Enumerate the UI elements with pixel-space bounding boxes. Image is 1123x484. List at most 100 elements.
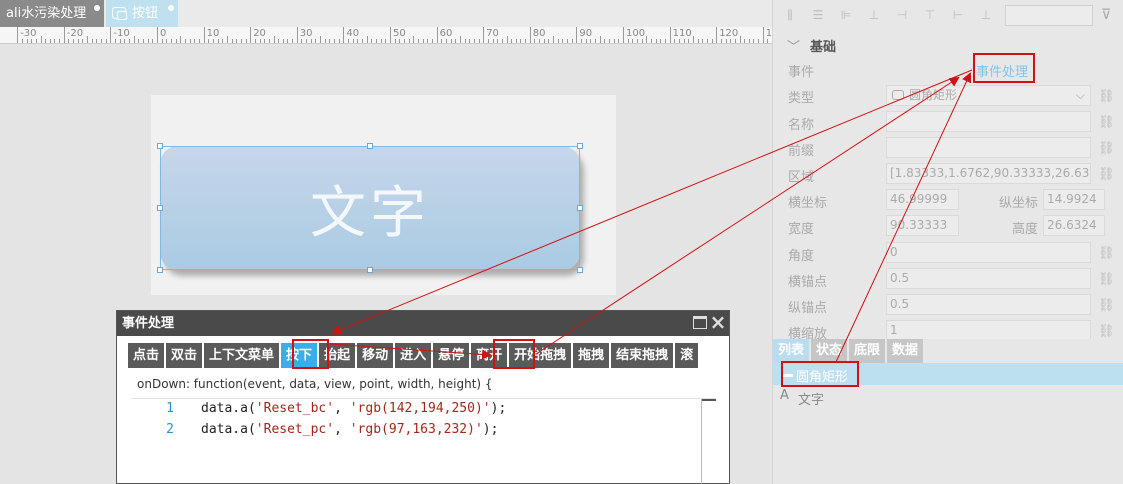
resize-handle-sw[interactable] [157,267,163,273]
link-icon[interactable]: ⛓ [1098,142,1115,156]
rounded-rect-button[interactable]: 文字 [160,146,580,270]
event-tab[interactable]: 滚 [675,343,701,368]
event-tab[interactable]: 点击 [128,343,167,368]
prefix-field[interactable] [886,137,1091,158]
scale-x-field[interactable]: 1 [886,320,1091,339]
align-left-edge-icon[interactable]: ⫼ [783,8,797,22]
event-tab[interactable]: 结束拖拽 [611,343,676,368]
ruler-minor-tick [674,39,676,43]
tree-item-text[interactable]: 文字 [798,389,824,408]
event-handler-link[interactable]: 事件处理 [976,61,1028,80]
ruler-minor-tick [105,39,107,43]
resize-handle-ne[interactable] [577,143,583,149]
ruler-minor-tick [487,39,489,43]
tab-button[interactable]: 按钮 [106,0,178,27]
anchor-y-label: 纵锚点 [788,301,828,316]
event-tab[interactable]: 拖拽 [573,343,612,368]
anchor-x-field[interactable]: 0.5 [886,268,1091,289]
line-number: 2 [166,422,174,437]
event-tab[interactable]: 上下文菜单 [204,343,282,368]
maximize-icon[interactable] [693,316,707,329]
ruler-minor-tick [581,39,583,43]
resize-handle-w[interactable] [157,205,163,211]
type-select[interactable]: 圆角矩形 ⌵ [886,85,1091,106]
ruler-minor-tick [194,39,196,43]
chevron-down-icon: ⌵ [1075,88,1085,102]
tab-state[interactable]: 状态 [811,339,850,363]
event-tab[interactable]: 抬起 [319,343,358,368]
align-center-icon[interactable]: ☰ [811,8,825,22]
name-field[interactable] [886,111,1091,132]
filter-icon[interactable]: ⊽ [1101,7,1111,23]
tree-item-rounded-rect[interactable]: 圆角矩形 [796,366,848,385]
ruler-minor-tick [604,39,606,43]
align-vcenter-icon[interactable]: ⊢ [951,8,965,22]
code-editor[interactable]: 1 data.a('Reset_bc', 'rgb(142,194,250)');… [132,398,716,484]
resize-handle-n[interactable] [367,143,373,149]
ruler-minor-tick [590,39,592,43]
resize-handle-s[interactable] [367,267,373,273]
link-icon[interactable]: ⛓ [1098,116,1115,130]
tab-list[interactable]: 列表 [773,339,812,363]
code-string: 'Reset_bc' [255,401,335,416]
ruler-minor-tick [492,39,494,43]
x-label: 横坐标 [788,196,828,211]
event-tab[interactable]: 悬停 [433,343,472,368]
ruler-minor-tick [366,36,368,43]
event-tab[interactable]: 按下 [281,343,320,368]
tab-document[interactable]: ali水污染处理 [0,0,104,27]
resize-handle-nw[interactable] [157,143,163,149]
ruler-minor-tick [91,39,93,43]
section-basic[interactable]: ﹀ 基础 [787,36,836,55]
dialog-title: 事件处理 [122,316,175,331]
event-tab[interactable]: 开始拖拽 [509,343,574,368]
ruler-major-tick [436,27,438,43]
region-field[interactable]: [1.83333,1.6762,90.33333,26.632 [886,163,1091,184]
link-icon[interactable]: ⛓ [1098,273,1115,287]
ruler-minor-tick [557,39,559,43]
resize-handle-e[interactable] [577,205,583,211]
ruler-minor-tick [511,39,513,43]
resize-handle-se[interactable] [577,267,583,273]
event-tab[interactable]: 移动 [357,343,396,368]
align-left-icon[interactable]: ⊫ [839,8,853,22]
ruler-minor-tick [73,39,75,43]
tab-limit[interactable]: 底限 [849,339,888,363]
type-select-value: 圆角矩形 [909,88,958,102]
align-bottom-icon[interactable]: ⊥ [979,8,993,22]
rounded-rect-icon [782,374,793,377]
link-icon[interactable]: ⛓ [1098,325,1115,339]
x-field[interactable]: 46.99999 [886,189,959,210]
editor-scrollbar[interactable] [701,399,702,484]
ruler-minor-tick [431,39,433,43]
tab-data[interactable]: 数据 [887,339,926,363]
event-tab[interactable]: 双击 [166,343,205,368]
code-line[interactable]: 1 data.a('Reset_bc', 'rgb(142,194,250)'); [132,399,506,419]
button-text[interactable]: 文字 [310,168,430,249]
anchor-y-field[interactable]: 0.5 [886,294,1091,315]
align-right-icon[interactable]: ⊣ [895,8,909,22]
close-icon[interactable]: × [709,312,727,332]
code-call: data.a( [201,422,256,437]
property-panel: ⫼ ☰ ⊫ ⊥ ⊣ ⊤ ⊢ ⊥ ⊽ ﹀ 基础 事件 事件处理 类型 圆角矩形 ⌵ … [772,0,1123,484]
ruler-minor-tick [320,36,322,43]
link-icon[interactable]: ⛓ [1098,299,1115,313]
y-field[interactable]: 14.9924 [1043,189,1105,210]
height-field[interactable]: 26.6324 [1043,215,1105,236]
link-icon[interactable]: ⛓ [1098,247,1115,261]
link-icon[interactable]: ⛓ [1098,168,1115,182]
event-tab[interactable]: 离开 [471,343,510,368]
align-toolbar: ⫼ ☰ ⊫ ⊥ ⊣ ⊤ ⊢ ⊥ ⊽ [773,0,1123,30]
align-top-icon[interactable]: ⊤ [923,8,937,22]
code-line[interactable]: 2 data.a('Reset_pc', 'rgb(97,163,232)'); [132,420,498,440]
angle-field[interactable]: 0 [886,242,1091,263]
filter-input[interactable] [1005,5,1093,26]
align-hcenter-icon[interactable]: ⊥ [867,8,881,22]
y-label: 纵坐标 [999,196,1039,211]
dialog-titlebar[interactable]: 事件处理 × [117,311,729,336]
ruler-major-tick [762,27,764,43]
link-icon[interactable]: ⛓ [1098,90,1115,104]
width-field[interactable]: 90.33333 [886,215,959,236]
ruler-minor-tick [68,39,70,43]
event-tab[interactable]: 进入 [395,343,434,368]
